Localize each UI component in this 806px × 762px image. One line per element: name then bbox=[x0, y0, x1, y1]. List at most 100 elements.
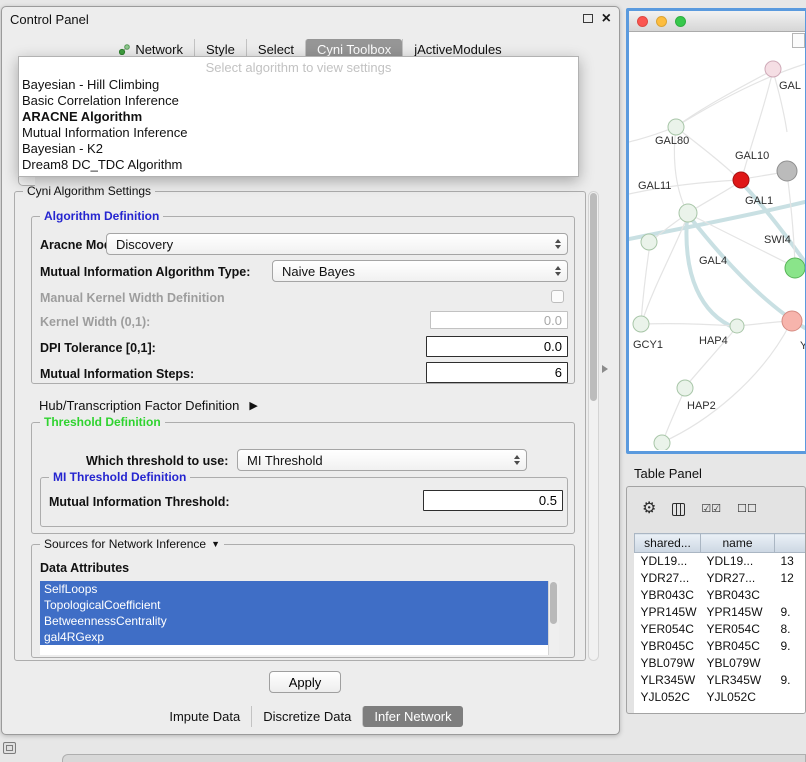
table-cell: YPR145W bbox=[635, 604, 701, 621]
attribute-list-scrollbar[interactable] bbox=[548, 581, 559, 655]
network-edge-thick bbox=[741, 182, 805, 262]
attribute-list-item[interactable]: BetweennessCentrality bbox=[40, 613, 548, 629]
network-node[interactable] bbox=[730, 319, 744, 333]
panel-divider-arrow[interactable] bbox=[602, 365, 608, 373]
mi-threshold-label: Mutual Information Threshold: bbox=[49, 495, 230, 509]
algorithm-option[interactable]: Mutual Information Inference bbox=[19, 125, 578, 141]
table-cell: YJL052C bbox=[701, 689, 775, 706]
bottom-tab-discretize-data[interactable]: Discretize Data bbox=[251, 706, 362, 727]
table-row[interactable]: YER054CYER054C8. bbox=[635, 621, 806, 638]
bottom-tab-impute-data[interactable]: Impute Data bbox=[158, 706, 251, 727]
arrow-down-icon bbox=[555, 245, 561, 249]
table-column-header[interactable]: name bbox=[701, 534, 775, 553]
which-threshold-select[interactable]: MI Threshold bbox=[237, 449, 527, 471]
arrow-up-icon bbox=[514, 455, 520, 459]
algorithm-popup-placeholder: Select algorithm to view settings bbox=[19, 59, 578, 77]
network-node[interactable] bbox=[641, 234, 657, 250]
network-edge-thick bbox=[686, 218, 735, 328]
network-node[interactable] bbox=[785, 258, 805, 278]
network-canvas[interactable]: GALGAL80GAL10GAL11GAL1SWI4GAL4GCY1HAP4YH… bbox=[629, 32, 805, 450]
table-cell bbox=[775, 655, 806, 672]
node-label: GAL11 bbox=[638, 180, 671, 192]
network-node[interactable] bbox=[633, 316, 649, 332]
network-node[interactable] bbox=[765, 61, 781, 77]
tab-label: Cyni Toolbox bbox=[317, 42, 391, 57]
manual-kernel-checkbox[interactable] bbox=[551, 290, 564, 303]
mi-steps-input[interactable] bbox=[426, 362, 568, 383]
close-window-icon[interactable]: × bbox=[602, 13, 611, 24]
bottom-tab-infer-network[interactable]: Infer Network bbox=[362, 706, 462, 727]
deselect-all-columns-icon[interactable]: ☐☐ bbox=[737, 504, 757, 515]
apply-button[interactable]: Apply bbox=[269, 671, 341, 693]
table-cell bbox=[775, 689, 806, 706]
table-row[interactable]: YDR27...YDR27...12 bbox=[635, 570, 806, 587]
table-row[interactable]: YBR043CYBR043C bbox=[635, 587, 806, 604]
collapse-down-icon[interactable]: ▼ bbox=[211, 539, 220, 549]
network-node[interactable] bbox=[733, 172, 749, 188]
table-row[interactable]: YDL19...YDL19...13 bbox=[635, 553, 806, 570]
select-all-columns-icon[interactable]: ☑☑ bbox=[701, 504, 721, 515]
aracne-mode-select[interactable]: Discovery bbox=[106, 233, 568, 255]
algorithm-option[interactable]: Bayesian - K2 bbox=[19, 141, 578, 157]
table-wrap: shared...name YDL19...YDL19...13YDR27...… bbox=[634, 533, 806, 713]
table-row[interactable]: YJL052CYJL052C bbox=[635, 689, 806, 706]
network-scrollbar-fragment[interactable] bbox=[792, 33, 805, 48]
gear-icon[interactable]: ⚙ bbox=[642, 501, 656, 517]
zoom-traffic-light-icon[interactable] bbox=[675, 16, 686, 27]
table-panel-window: ⚙ ☑☑ ☐☐ shared...name YDL19...YDL19...13… bbox=[626, 486, 806, 714]
algorithm-popup: Select algorithm to view settings Bayesi… bbox=[18, 56, 579, 177]
aracne-mode-value: Discovery bbox=[116, 237, 173, 252]
scroll-thumb[interactable] bbox=[590, 193, 597, 401]
network-node[interactable] bbox=[654, 435, 670, 450]
kernel-width-input[interactable] bbox=[430, 311, 568, 329]
algorithm-option[interactable]: ARACNE Algorithm bbox=[19, 109, 578, 125]
settings-scrollbar[interactable] bbox=[588, 191, 599, 661]
network-node[interactable] bbox=[677, 380, 693, 396]
network-node[interactable] bbox=[782, 311, 802, 331]
threshold-definition-group: Threshold Definition Which threshold to … bbox=[31, 422, 575, 534]
table-cell: YBR045C bbox=[635, 638, 701, 655]
window-buttons: × bbox=[583, 13, 611, 24]
scroll-thumb[interactable] bbox=[550, 582, 557, 624]
network-window-titlebar[interactable] bbox=[629, 11, 805, 32]
node-label: SWI4 bbox=[764, 234, 791, 246]
minimized-panel-icon[interactable] bbox=[3, 742, 16, 754]
table-row[interactable]: YBL079WYBL079W bbox=[635, 655, 806, 672]
table-row[interactable]: YPR145WYPR145W9. bbox=[635, 604, 806, 621]
kernel-width-label: Kernel Width (0,1): bbox=[40, 315, 150, 329]
node-label: Y bbox=[800, 340, 805, 352]
node-label: GAL1 bbox=[745, 195, 773, 207]
tab-label: Infer Network bbox=[374, 709, 451, 724]
node-label: GAL80 bbox=[655, 135, 689, 147]
close-traffic-light-icon[interactable] bbox=[637, 16, 648, 27]
tab-label: Impute Data bbox=[169, 709, 240, 724]
mi-type-select[interactable]: Naive Bayes bbox=[272, 260, 568, 282]
minimize-traffic-light-icon[interactable] bbox=[656, 16, 667, 27]
mi-type-label: Mutual Information Algorithm Type: bbox=[40, 265, 250, 279]
table-cell: YER054C bbox=[701, 621, 775, 638]
network-node[interactable] bbox=[668, 119, 684, 135]
sources-group: Sources for Network Inference ▼ Data Att… bbox=[31, 544, 575, 658]
mi-type-value: Naive Bayes bbox=[282, 264, 355, 279]
algorithm-option[interactable]: Dream8 DC_TDC Algorithm bbox=[19, 157, 578, 173]
algorithm-option[interactable]: Basic Correlation Inference bbox=[19, 93, 578, 109]
mi-threshold-input[interactable] bbox=[423, 490, 563, 511]
attribute-list-item[interactable]: TopologicalCoefficient bbox=[40, 597, 548, 613]
arrow-down-icon bbox=[555, 272, 561, 276]
table-cell: YPR145W bbox=[701, 604, 775, 621]
dpi-tolerance-input[interactable] bbox=[426, 336, 568, 357]
attribute-list-item[interactable]: SelfLoops bbox=[40, 581, 548, 597]
network-node[interactable] bbox=[777, 161, 797, 181]
algorithm-option[interactable]: Bayesian - Hill Climbing bbox=[19, 77, 578, 93]
table-row[interactable]: YBR045CYBR045C9. bbox=[635, 638, 806, 655]
table-row[interactable]: YLR345WYLR345W9. bbox=[635, 672, 806, 689]
network-edge bbox=[641, 244, 650, 322]
table-column-header[interactable]: shared... bbox=[635, 534, 701, 553]
hub-section-toggle[interactable]: Hub/Transcription Factor Definition ▶ bbox=[39, 398, 258, 413]
float-window-icon[interactable] bbox=[583, 14, 593, 23]
attribute-list-item[interactable]: gal4RGexp bbox=[40, 629, 548, 645]
table-column-header[interactable] bbox=[775, 534, 806, 553]
table-cell: 9. bbox=[775, 672, 806, 689]
network-node[interactable] bbox=[679, 204, 697, 222]
columns-icon[interactable] bbox=[672, 503, 685, 516]
